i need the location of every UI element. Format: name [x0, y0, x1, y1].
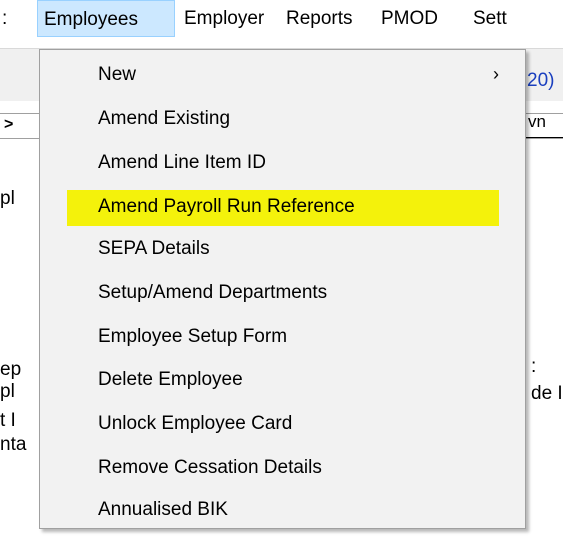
menu-item-amend-payroll-run-reference[interactable]: Amend Payroll Run Reference	[40, 188, 525, 228]
menu-item-label: Amend Payroll Run Reference	[98, 196, 355, 217]
background-tab-fragment: vn	[528, 112, 546, 131]
background-right-fragment: :	[531, 356, 537, 377]
menu-item-employee-setup-form[interactable]: Employee Setup Form	[40, 318, 525, 358]
menu-item-label: Setup/Amend Departments	[98, 282, 328, 303]
menu-item-label: Amend Existing	[98, 108, 231, 129]
menu-item-setup-amend-departments[interactable]: Setup/Amend Departments	[40, 274, 525, 314]
menu-item-label: Amend Line Item ID	[98, 152, 266, 173]
menu-reports[interactable]: Reports	[280, 0, 359, 37]
menu-item-label: Delete Employee	[98, 369, 243, 390]
menu-item-delete-employee[interactable]: Delete Employee	[40, 361, 525, 401]
menu-item-label: Unlock Employee Card	[98, 413, 293, 434]
menu-item-label: New	[98, 64, 137, 85]
menu-item-amend-existing[interactable]: Amend Existing	[40, 100, 525, 140]
background-row-fragment: ep	[0, 359, 22, 380]
chevron-right-icon[interactable]: >	[4, 116, 13, 134]
menu-item-remove-cessation-details[interactable]: Remove Cessation Details	[40, 449, 525, 489]
background-row-fragment: pl	[0, 188, 15, 209]
menu-item-unlock-employee-card[interactable]: Unlock Employee Card	[40, 405, 525, 445]
chevron-right-icon: ›	[493, 64, 499, 84]
menu-item-amend-line-item-id[interactable]: Amend Line Item ID	[40, 144, 525, 184]
background-row-fragment: pl	[0, 381, 15, 402]
menu-pmod[interactable]: PMOD	[375, 0, 444, 37]
background-year-fragment: 20)	[527, 70, 555, 91]
menu-item-label: Remove Cessation Details	[98, 457, 322, 478]
background-row-fragment: t I	[0, 410, 16, 431]
background-divider	[520, 137, 563, 138]
menu-settings-partial[interactable]: Sett	[467, 0, 513, 37]
menu-item-label: Employee Setup Form	[98, 326, 288, 347]
menu-item-label: Annualised BIK	[98, 499, 228, 520]
menu-item-sepa-details[interactable]: SEPA Details	[40, 230, 525, 270]
background-right-fragment: de I	[531, 383, 563, 404]
menu-bar: : Employees Employer Reports PMOD Sett	[0, 0, 563, 39]
menu-item-annualised-bik[interactable]: Annualised BIK	[40, 491, 525, 531]
employees-dropdown-menu: New › Amend Existing Amend Line Item ID …	[39, 49, 526, 529]
menu-employees[interactable]: Employees	[37, 0, 175, 37]
menu-employer[interactable]: Employer	[178, 0, 270, 37]
background-row-fragment: nta	[0, 434, 27, 455]
menu-item-partial[interactable]: :	[0, 0, 13, 37]
menu-item-label: SEPA Details	[98, 238, 210, 259]
menu-item-new[interactable]: New ›	[40, 56, 525, 96]
